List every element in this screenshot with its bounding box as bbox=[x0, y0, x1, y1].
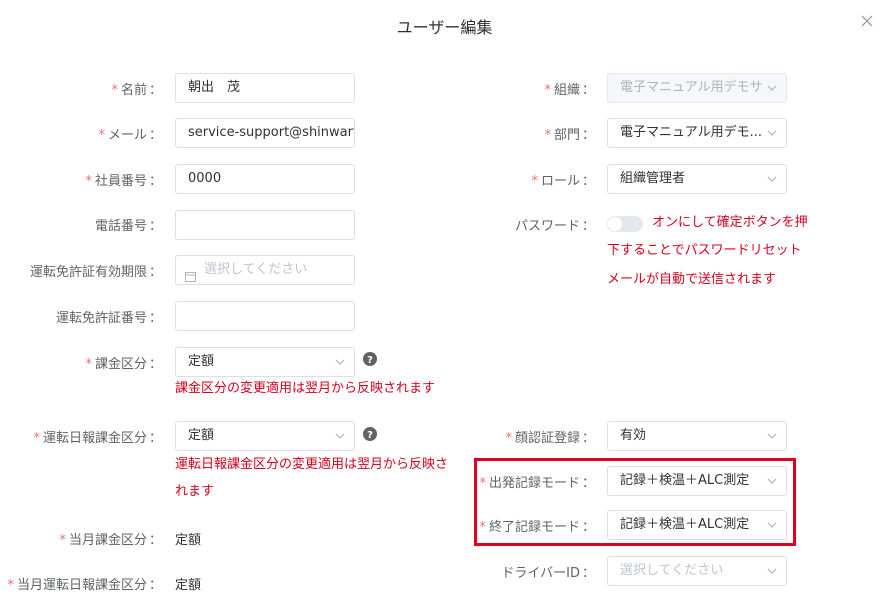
org-select: 電子マニュアル用デモサイ bbox=[607, 73, 787, 103]
password-reset-toggle[interactable] bbox=[607, 216, 643, 232]
password-note-1: オンにして確定ボタンを押 bbox=[652, 215, 808, 230]
current-daily-billing-value: 定額 bbox=[175, 578, 202, 593]
daily-billing-label: * 運転日報課金区分： bbox=[33, 431, 162, 446]
password-note-2: 下することでパスワードリセット bbox=[607, 243, 802, 258]
chevron-down-icon bbox=[763, 74, 777, 91]
email-label: * メール： bbox=[98, 128, 162, 143]
password-note-3: メールが自動で送信されます bbox=[607, 272, 777, 287]
driver-id-label: ドライバーID： bbox=[501, 566, 595, 581]
phone-input[interactable] bbox=[175, 210, 355, 240]
current-daily-billing-label: * 当月運転日報課金区分： bbox=[7, 578, 162, 593]
email-input[interactable]: service-support@shinwart.co bbox=[175, 118, 355, 148]
calendar-icon bbox=[185, 265, 196, 284]
dialog-title: ユーザー編集 bbox=[396, 18, 493, 37]
driver-id-select[interactable]: 選択してください bbox=[607, 556, 787, 586]
dept-select[interactable]: 電子マニュアル用デモ... bbox=[607, 118, 787, 148]
highlight-box bbox=[474, 458, 796, 546]
face-label: * 顔認証登録： bbox=[505, 431, 595, 446]
daily-billing-select[interactable]: 定額 bbox=[175, 421, 355, 451]
chevron-down-icon bbox=[767, 119, 777, 136]
help-icon[interactable]: ? bbox=[363, 352, 377, 366]
face-select[interactable]: 有効 bbox=[607, 421, 787, 451]
password-label: パスワード： bbox=[514, 219, 595, 234]
license-no-label: 運転免許証番号： bbox=[55, 311, 162, 326]
dept-label: * 部門： bbox=[544, 128, 595, 143]
help-icon[interactable]: ? bbox=[363, 427, 377, 441]
current-billing-value: 定額 bbox=[175, 533, 202, 548]
svg-text:?: ? bbox=[367, 355, 373, 366]
license-no-input[interactable] bbox=[175, 301, 355, 331]
svg-text:?: ? bbox=[367, 430, 373, 441]
chevron-down-icon bbox=[767, 557, 777, 574]
chevron-down-icon bbox=[335, 348, 345, 365]
billing-select[interactable]: 定額 bbox=[175, 347, 355, 377]
role-label: * ロール： bbox=[531, 174, 595, 189]
license-expiry-label: 運転免許証有効期限： bbox=[29, 265, 162, 280]
close-icon[interactable] bbox=[861, 12, 873, 31]
phone-label: 電話番号： bbox=[94, 219, 162, 234]
role-select[interactable]: 組織管理者 bbox=[607, 164, 787, 194]
employee-no-input[interactable]: 0000 bbox=[175, 164, 355, 194]
license-expiry-datepicker[interactable]: 選択してください bbox=[175, 255, 355, 285]
chevron-down-icon bbox=[767, 422, 777, 439]
daily-billing-note-1: 運転日報課金区分の変更適用は翌月から反映さ bbox=[175, 457, 449, 472]
name-label: * 名前： bbox=[111, 83, 162, 98]
employee-no-label: * 社員番号： bbox=[85, 174, 162, 189]
name-input[interactable]: 朝出 茂 bbox=[175, 73, 355, 103]
billing-note: 課金区分の変更適用は翌月から反映されます bbox=[175, 381, 436, 396]
daily-billing-note-2: れます bbox=[175, 484, 215, 499]
org-label: * 組織： bbox=[544, 83, 595, 98]
current-billing-label: * 当月課金区分： bbox=[59, 533, 162, 548]
chevron-down-icon bbox=[767, 165, 777, 182]
billing-label: * 課金区分： bbox=[85, 357, 162, 372]
chevron-down-icon bbox=[335, 422, 345, 439]
